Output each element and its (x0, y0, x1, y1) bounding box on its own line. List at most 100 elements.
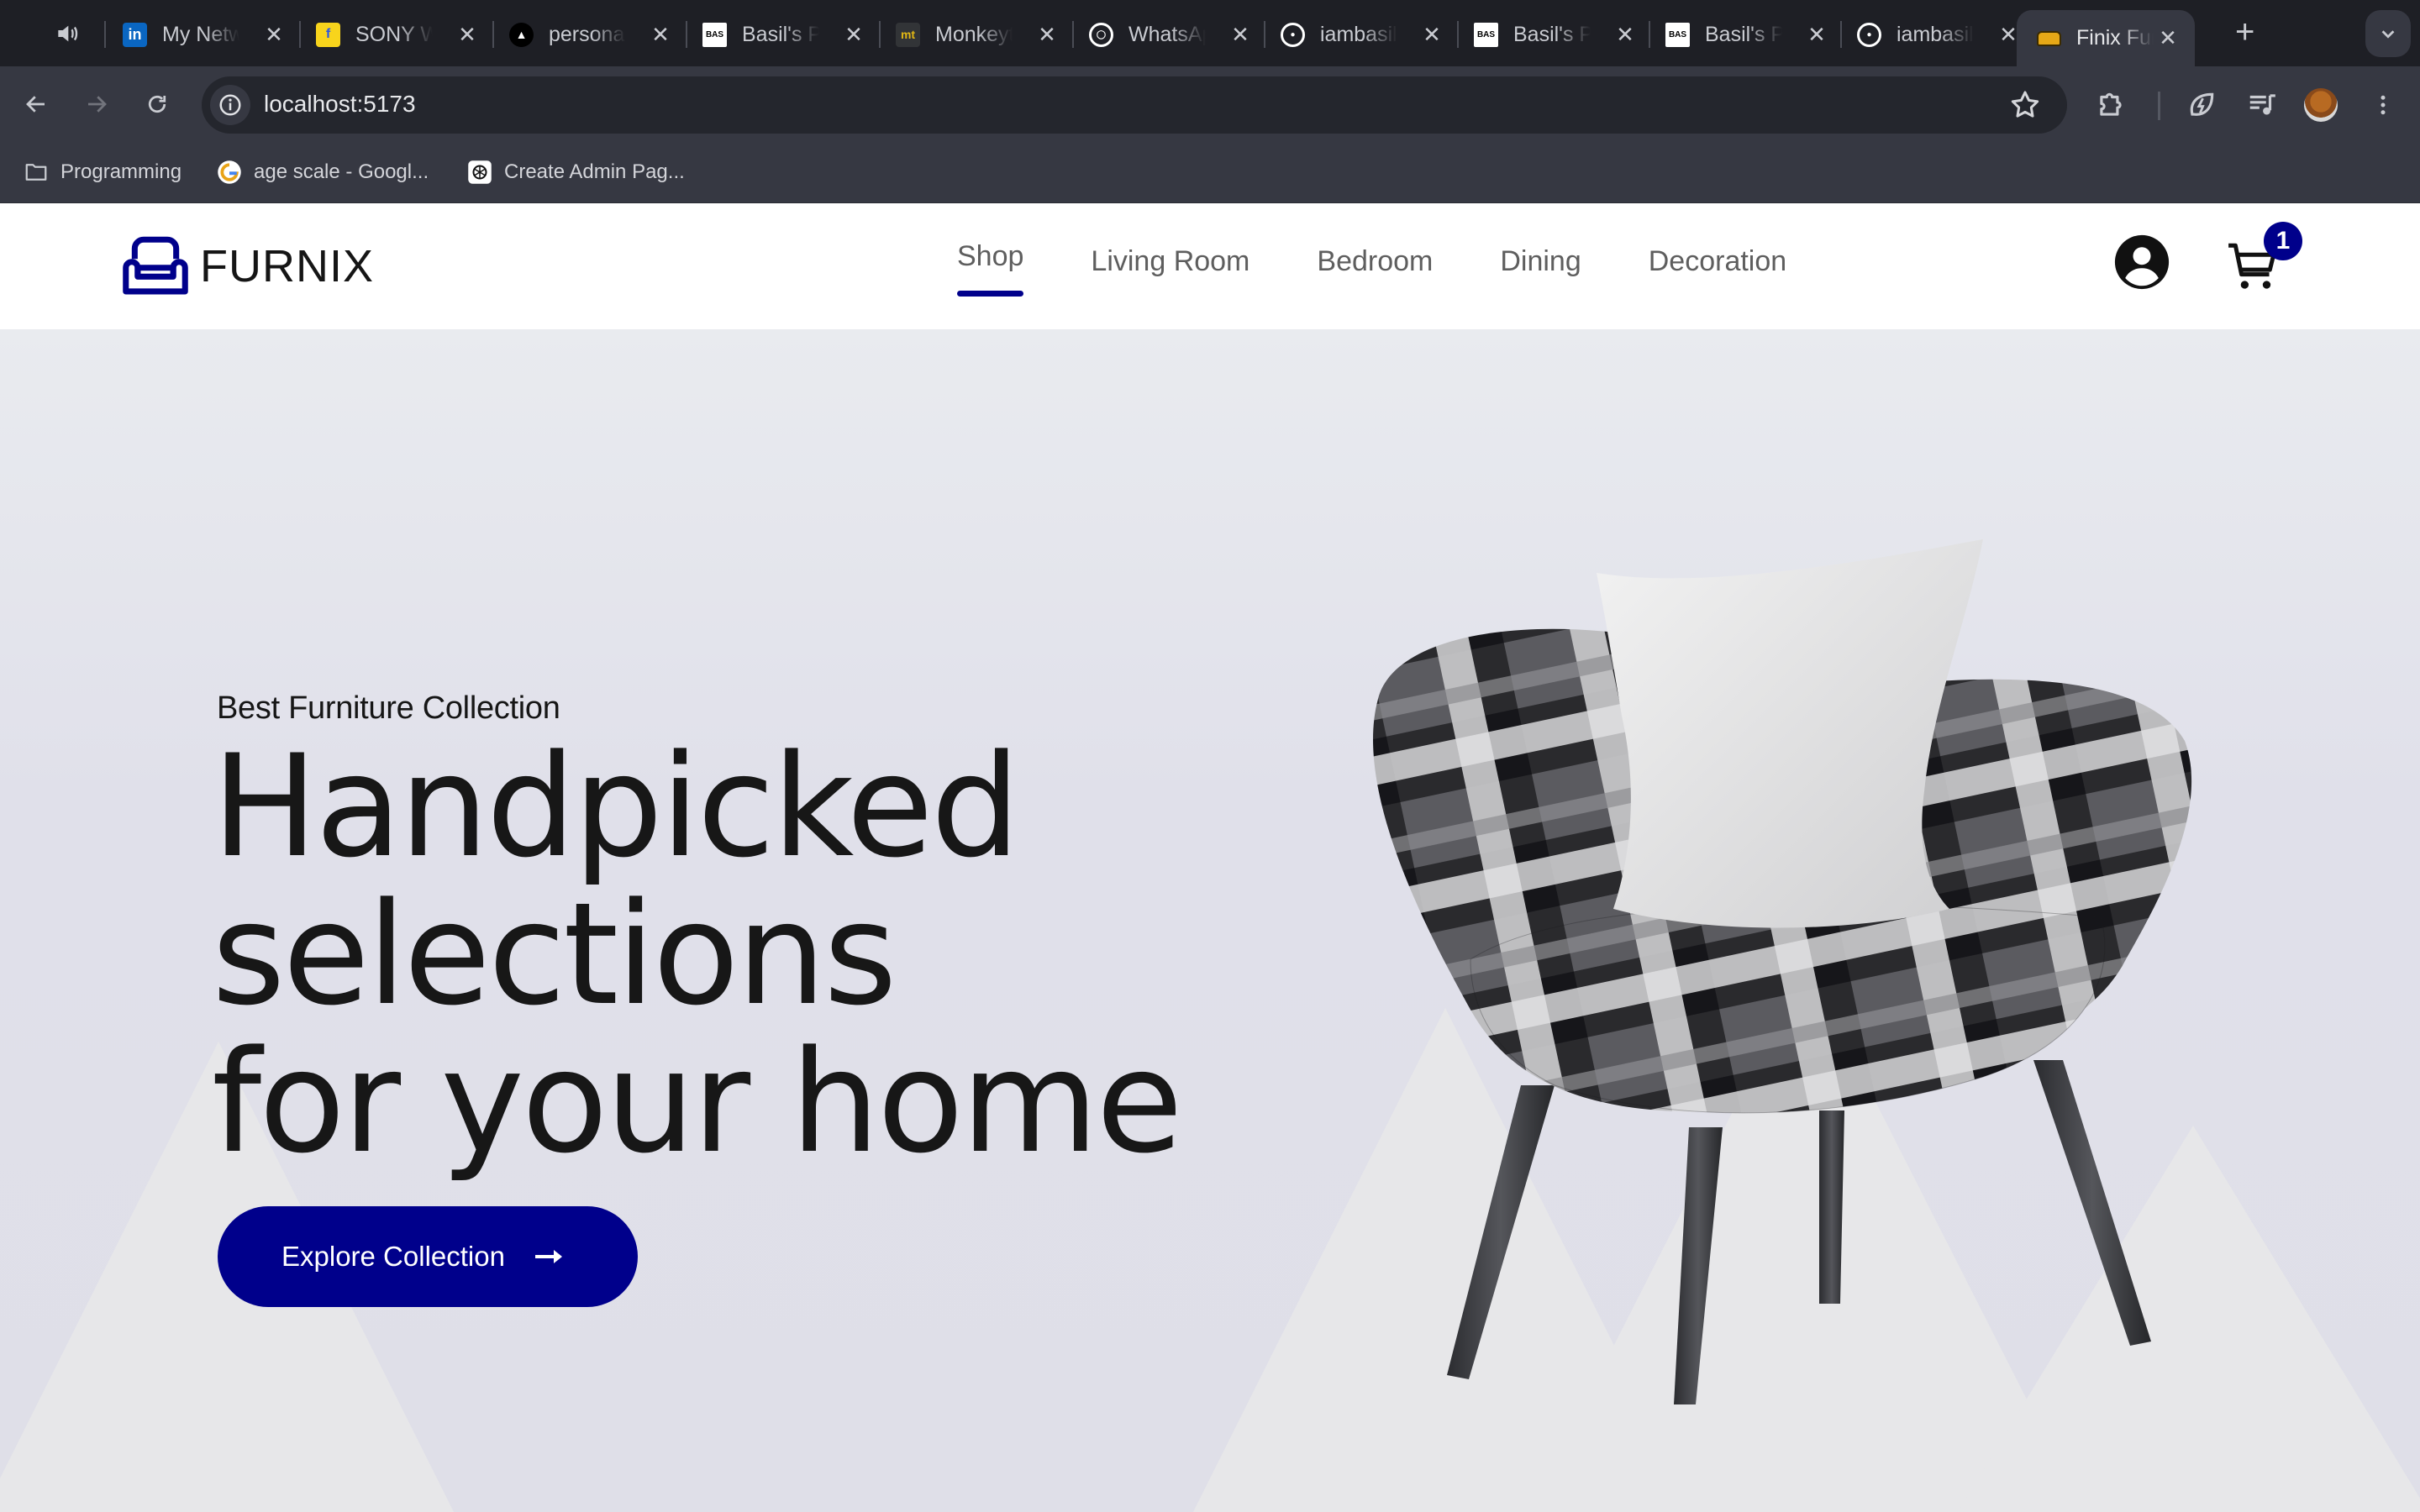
more-vertical-icon (2381, 95, 2386, 115)
tab-title: iambasil (1897, 22, 1974, 46)
bookmark-label: Create Admin Pag... (504, 160, 685, 183)
explore-collection-button[interactable]: Explore Collection (218, 1206, 638, 1307)
browser-tab[interactable]: Finix Furniture✕ (2017, 10, 2195, 66)
vercel-icon: ▲ (509, 22, 534, 47)
chair-seat (1470, 903, 2106, 1114)
close-tab-icon[interactable]: ✕ (1613, 22, 1637, 48)
nav-dining[interactable]: Dining (1500, 245, 1581, 296)
reload-button[interactable] (138, 85, 176, 123)
browser-tab-strip: in My Network ✕ f SONY W ✕ ▲ personal ✕ BAS Basil'… (0, 0, 2420, 66)
new-tab-button[interactable]: + (2235, 15, 2254, 49)
hero-eyebrow: Best Furniture Collection (217, 690, 560, 726)
close-tab-icon[interactable]: ✕ (1035, 22, 1059, 48)
bookmark-programming[interactable]: Programming (24, 157, 182, 187)
nav-decoration[interactable]: Decoration (1649, 245, 1786, 296)
chair-leg (1674, 1127, 1723, 1404)
linkedin-icon: in (123, 22, 147, 47)
whatsapp-icon: ◯ (1089, 22, 1113, 47)
site-header: FURNIX Shop Living Room Bedroom Dining D… (0, 203, 2420, 329)
nav-shop[interactable]: Shop (957, 240, 1024, 297)
arrow-right-icon (534, 1250, 562, 1263)
playlist-music-icon (2249, 94, 2275, 115)
tab-search-button[interactable] (2365, 10, 2411, 57)
bas-icon: BAS (702, 22, 727, 47)
tab-title: iambasil (1320, 22, 1397, 46)
bookmark-age-scale[interactable]: age scale - Googl... (217, 157, 429, 187)
flipkart-icon: f (316, 22, 340, 47)
folder-icon (24, 160, 49, 185)
tab-title: personal (549, 22, 626, 46)
leaf-bolt-icon (2190, 92, 2214, 116)
tab-separator (1457, 21, 1459, 48)
browser-menu-button[interactable] (2365, 87, 2402, 123)
nav-living-room[interactable]: Living Room (1091, 245, 1249, 296)
close-tab-icon[interactable]: ✕ (455, 22, 479, 48)
browser-tab[interactable]: ◯ WhatsApp ✕ (1089, 12, 1252, 57)
close-tab-icon[interactable]: ✕ (842, 22, 865, 48)
tab-separator (1072, 21, 1074, 48)
monkeytype-icon: mt (896, 22, 920, 47)
nav-bedroom[interactable]: Bedroom (1317, 245, 1433, 296)
close-tab-icon[interactable]: ✕ (649, 22, 672, 48)
browser-tab[interactable]: mt Monkeytype ✕ (896, 12, 1059, 57)
back-button[interactable] (17, 85, 55, 123)
bookmark-label: Programming (60, 160, 182, 183)
speaker-icon[interactable] (54, 20, 81, 47)
browser-tab[interactable]: f SONY W ✕ (316, 12, 479, 57)
bookmark-label: age scale - Googl... (254, 160, 429, 183)
tab-title: SONY W (355, 22, 433, 46)
site-info-button[interactable] (210, 85, 250, 125)
media-control-button[interactable] (2244, 87, 2281, 123)
tab-title: Finix Furniture (2076, 26, 2154, 50)
tab-title: WhatsApp (1128, 22, 1206, 46)
bookmark-create-admin[interactable]: Create Admin Pag... (467, 157, 685, 187)
chair-leg (2033, 1060, 2151, 1346)
info-icon (219, 94, 241, 116)
extensions-button[interactable] (2092, 87, 2129, 123)
puzzle-icon (2100, 92, 2122, 116)
browser-tab[interactable]: BAS Basil's P ✕ (1665, 12, 1828, 57)
close-tab-icon[interactable]: ✕ (1228, 22, 1252, 48)
headline-line: for your home (212, 1020, 1183, 1184)
chatgpt-icon (467, 160, 492, 185)
tab-title: Basil's P (1705, 22, 1782, 46)
close-tab-icon[interactable]: ✕ (1420, 22, 1444, 48)
close-tab-icon[interactable]: ✕ (2156, 25, 2180, 51)
browser-tab[interactable]: ● iambasil ✕ (1281, 12, 1444, 57)
chevron-down-icon (2381, 30, 2395, 39)
cart-count-badge: 1 (2264, 222, 2302, 260)
profile-avatar[interactable] (2304, 88, 2338, 122)
energy-saver-button[interactable] (2183, 87, 2220, 123)
bas-icon: BAS (1474, 22, 1498, 47)
url-text[interactable]: localhost:5173 (264, 91, 416, 118)
tab-title: Monkeytype (935, 22, 1013, 46)
toolbar-divider (2158, 92, 2160, 120)
forward-button[interactable] (77, 85, 116, 123)
main-nav: Shop Living Room Bedroom Dining Decorati… (957, 240, 1854, 297)
google-icon (217, 160, 242, 185)
reload-icon (148, 95, 166, 113)
browser-tab[interactable]: in My Network ✕ (123, 12, 286, 57)
tab-separator (1649, 21, 1650, 48)
bookmark-star-icon[interactable] (2008, 88, 2042, 122)
hero-section: Best Furniture Collection Handpicked sel… (0, 329, 2420, 1512)
browser-tab[interactable]: BAS Basil's P ✕ (1474, 12, 1637, 57)
close-tab-icon[interactable]: ✕ (1805, 22, 1828, 48)
close-tab-icon[interactable]: ✕ (262, 22, 286, 48)
chair-leg (1819, 1110, 1844, 1304)
tab-separator (1840, 21, 1842, 48)
browser-tab[interactable]: ▲ personal ✕ (509, 12, 672, 57)
browser-tab[interactable]: ● iambasil ✕ (1857, 12, 2020, 57)
tab-title: Basil's P (742, 22, 819, 46)
browser-tab[interactable]: BAS Basil's P ✕ (702, 12, 865, 57)
brand-name: FURNIX (200, 241, 374, 291)
address-bar[interactable]: localhost:5173 (202, 76, 2067, 134)
armchair-product-image (1373, 539, 2192, 1404)
headline-line: selections (212, 872, 897, 1037)
arrow-left-icon (26, 96, 45, 113)
bookmarks-bar: Programming age scale - Googl... Create … (0, 142, 2420, 203)
hero-headline: Handpicked selections for your home (212, 732, 1183, 1184)
tab-separator (879, 21, 881, 48)
brand-logo[interactable]: FURNIX (119, 235, 374, 297)
user-account-icon[interactable] (2112, 233, 2171, 291)
